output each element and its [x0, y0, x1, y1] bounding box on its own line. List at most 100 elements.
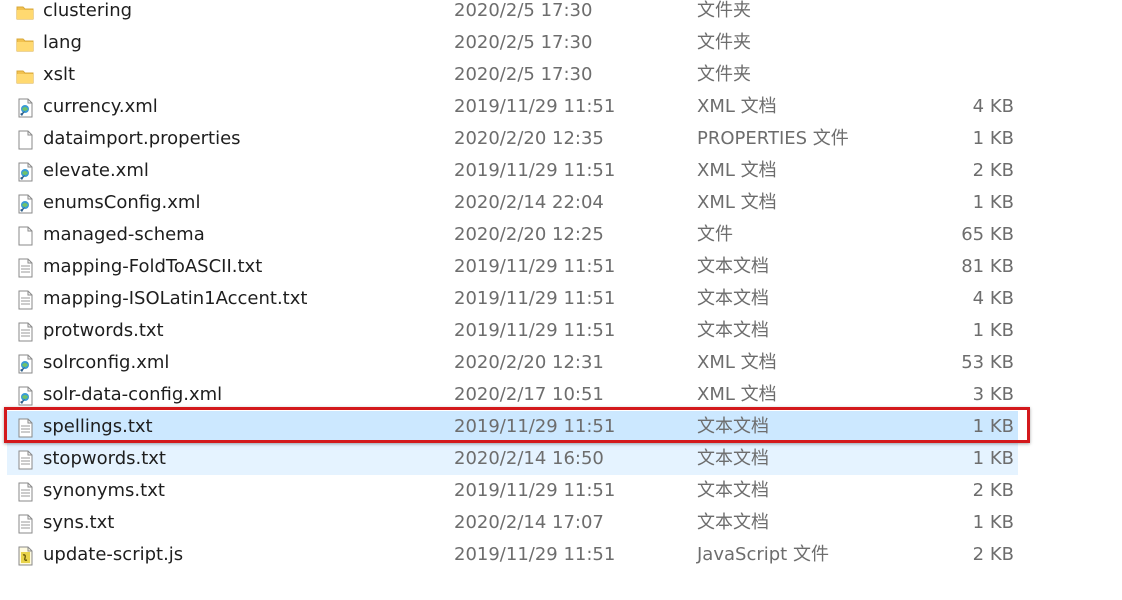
- file-name: solrconfig.xml: [43, 352, 170, 373]
- file-modified-date: 2020/2/14 17:07: [454, 512, 604, 533]
- file-row[interactable]: lang 2020/2/5 17:30 文件夹: [7, 27, 1018, 59]
- file-type: XML 文档: [697, 352, 777, 373]
- file-type: 文本文档: [697, 480, 769, 501]
- file-size: 1 KB: [972, 448, 1014, 469]
- file-size: 1 KB: [972, 192, 1014, 213]
- file-type: XML 文档: [697, 96, 777, 117]
- file-name: update-script.js: [43, 544, 184, 565]
- file-row[interactable]: managed-schema 2020/2/20 12:25 文件 65 KB: [7, 219, 1018, 251]
- file-modified-date: 2020/2/5 17:30: [454, 0, 593, 21]
- file-row[interactable]: clustering 2020/2/5 17:30 文件夹: [7, 0, 1018, 27]
- file-modified-date: 2019/11/29 11:51: [454, 256, 616, 277]
- file-modified-date: 2020/2/20 12:31: [454, 352, 604, 373]
- xml-file-icon: [16, 353, 34, 374]
- file-type: XML 文档: [697, 384, 777, 405]
- file-list: clustering 2020/2/5 17:30 文件夹 lang 2020/2/5 …: [0, 0, 1122, 600]
- file-name: managed-schema: [43, 224, 205, 245]
- file-size: 81 KB: [961, 256, 1014, 277]
- file-name: syns.txt: [43, 512, 115, 533]
- xml-file-icon: [16, 97, 34, 118]
- file-row[interactable]: elevate.xml 2019/11/29 11:51 XML 文档 2 KB: [7, 155, 1018, 187]
- file-row[interactable]: protwords.txt 2019/11/29 11:51 文本文档 1 KB: [7, 315, 1018, 347]
- file-name: spellings.txt: [43, 416, 153, 437]
- file-name: solr-data-config.xml: [43, 384, 223, 405]
- file-type: 文本文档: [697, 512, 769, 533]
- file-row[interactable]: enumsConfig.xml 2020/2/14 22:04 XML 文档 1 KB: [7, 187, 1018, 219]
- text-file-icon: [16, 321, 34, 342]
- xml-file-icon: [16, 385, 34, 406]
- file-name: mapping-FoldToASCII.txt: [43, 256, 263, 277]
- file-size: 65 KB: [961, 224, 1014, 245]
- file-size: 1 KB: [972, 320, 1014, 341]
- file-modified-date: 2019/11/29 11:51: [454, 544, 616, 565]
- file-modified-date: 2019/11/29 11:51: [454, 160, 616, 181]
- file-size: 2 KB: [972, 544, 1014, 565]
- file-size: 4 KB: [972, 288, 1014, 309]
- file-row[interactable]: xslt 2020/2/5 17:30 文件夹: [7, 59, 1018, 91]
- file-name: elevate.xml: [43, 160, 149, 181]
- file-row[interactable]: update-script.js 2019/11/29 11:51 JavaScri…: [7, 539, 1018, 571]
- file-row[interactable]: spellings.txt 2019/11/29 11:51 文本文档 1 KB: [7, 411, 1018, 443]
- text-file-icon: [16, 449, 34, 470]
- file-row[interactable]: dataimport.properties 2020/2/20 12:35 PROP…: [7, 123, 1018, 155]
- file-row[interactable]: syns.txt 2020/2/14 17:07 文本文档 1 KB: [7, 507, 1018, 539]
- text-file-icon: [16, 257, 34, 278]
- file-size: 2 KB: [972, 160, 1014, 181]
- file-modified-date: 2020/2/20 12:35: [454, 128, 604, 149]
- xml-file-icon: [16, 161, 34, 182]
- file-name: xslt: [43, 64, 76, 85]
- file-name: clustering: [43, 0, 133, 21]
- file-type: PROPERTIES 文件: [697, 128, 849, 149]
- folder-icon: [16, 33, 34, 53]
- text-file-icon: [16, 481, 34, 502]
- file-size: 4 KB: [972, 96, 1014, 117]
- blank-file-icon: [16, 129, 34, 150]
- file-type: XML 文档: [697, 192, 777, 213]
- file-name: currency.xml: [43, 96, 158, 117]
- file-modified-date: 2020/2/20 12:25: [454, 224, 604, 245]
- file-size: 2 KB: [972, 480, 1014, 501]
- file-name: mapping-ISOLatin1Accent.txt: [43, 288, 308, 309]
- file-size: 3 KB: [972, 384, 1014, 405]
- file-modified-date: 2019/11/29 11:51: [454, 288, 616, 309]
- file-name: synonyms.txt: [43, 480, 165, 501]
- file-type: 文本文档: [697, 288, 769, 309]
- file-type: JavaScript 文件: [697, 544, 829, 565]
- file-row[interactable]: solrconfig.xml 2020/2/20 12:31 XML 文档 53 KB: [7, 347, 1018, 379]
- file-type: 文件: [697, 224, 733, 245]
- xml-file-icon: [16, 193, 34, 214]
- file-name: dataimport.properties: [43, 128, 241, 149]
- file-row[interactable]: mapping-ISOLatin1Accent.txt 2019/11/29 11…: [7, 283, 1018, 315]
- file-row[interactable]: solr-data-config.xml 2020/2/17 10:51 XML 文…: [7, 379, 1018, 411]
- file-name: enumsConfig.xml: [43, 192, 201, 213]
- file-row[interactable]: synonyms.txt 2019/11/29 11:51 文本文档 2 KB: [7, 475, 1018, 507]
- file-modified-date: 2020/2/14 16:50: [454, 448, 604, 469]
- file-name: protwords.txt: [43, 320, 164, 341]
- file-type: 文件夹: [697, 64, 751, 85]
- file-size: 1 KB: [972, 416, 1014, 437]
- file-row[interactable]: currency.xml 2019/11/29 11:51 XML 文档 4 KB: [7, 91, 1018, 123]
- text-file-icon: [16, 417, 34, 438]
- file-type: 文本文档: [697, 416, 769, 437]
- file-type: 文件夹: [697, 0, 751, 21]
- file-type: XML 文档: [697, 160, 777, 181]
- file-size: 53 KB: [961, 352, 1014, 373]
- text-file-icon: [16, 289, 34, 310]
- file-modified-date: 2020/2/14 22:04: [454, 192, 604, 213]
- js-file-icon: [16, 545, 34, 566]
- file-type: 文本文档: [697, 320, 769, 341]
- file-name: lang: [43, 32, 82, 53]
- file-size: 1 KB: [972, 128, 1014, 149]
- file-modified-date: 2019/11/29 11:51: [454, 96, 616, 117]
- file-row[interactable]: stopwords.txt 2020/2/14 16:50 文本文档 1 KB: [7, 443, 1018, 475]
- file-modified-date: 2020/2/5 17:30: [454, 32, 593, 53]
- file-type: 文件夹: [697, 32, 751, 53]
- file-row[interactable]: mapping-FoldToASCII.txt 2019/11/29 11:51 文…: [7, 251, 1018, 283]
- file-modified-date: 2020/2/5 17:30: [454, 64, 593, 85]
- file-modified-date: 2019/11/29 11:51: [454, 416, 616, 437]
- file-modified-date: 2020/2/17 10:51: [454, 384, 604, 405]
- file-name: stopwords.txt: [43, 448, 166, 469]
- file-size: 1 KB: [972, 512, 1014, 533]
- file-modified-date: 2019/11/29 11:51: [454, 480, 616, 501]
- blank-file-icon: [16, 225, 34, 246]
